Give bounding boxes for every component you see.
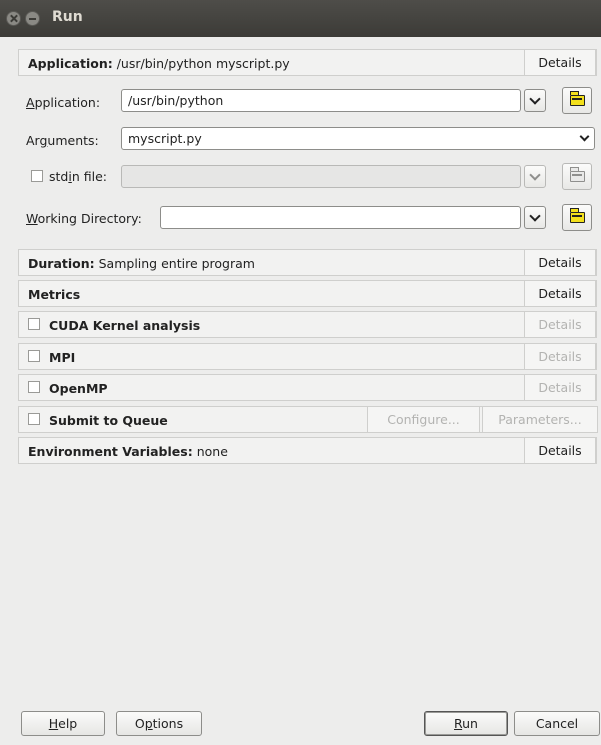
- stdin-label-post: n file:: [71, 169, 107, 184]
- cuda-summary: CUDA Kernel analysis: [49, 318, 200, 333]
- metrics-label: Metrics: [28, 287, 81, 302]
- environment-label: Environment Variables:: [28, 444, 193, 459]
- queue-configure-button[interactable]: Configure...: [367, 406, 480, 433]
- chevron-down-icon: [579, 131, 590, 142]
- application-details-button[interactable]: Details: [524, 49, 596, 76]
- application-browse-button[interactable]: [562, 87, 592, 114]
- application-summary: Application: /usr/bin/python myscript.py: [28, 56, 290, 71]
- application-section-header: Application: /usr/bin/python myscript.py…: [18, 49, 597, 76]
- working-directory-dropdown-button[interactable]: [524, 206, 546, 229]
- close-window-icon[interactable]: [6, 11, 21, 26]
- options-button[interactable]: Options: [116, 711, 202, 736]
- chevron-down-icon: [529, 169, 541, 181]
- chevron-down-icon: [529, 93, 541, 105]
- arguments-label-post: uments:: [47, 133, 99, 148]
- queue-section: Submit to Queue Configure... Parameters.…: [18, 406, 598, 433]
- help-label-post: elp: [58, 716, 78, 731]
- mpi-summary: MPI: [49, 350, 75, 365]
- workdir-field-label: Working Directory:: [26, 211, 142, 226]
- application-field-label: Application:: [26, 95, 100, 110]
- folder-open-icon: [569, 167, 585, 182]
- environment-value: none: [196, 444, 228, 459]
- stdin-field-label: stdin file:: [49, 169, 107, 184]
- duration-summary: Duration: Sampling entire program: [28, 256, 255, 271]
- stdin-dropdown-button[interactable]: [524, 165, 546, 188]
- duration-label: Duration:: [28, 256, 95, 271]
- metrics-section: Metrics Details: [18, 280, 597, 307]
- mpi-checkbox[interactable]: [28, 350, 40, 362]
- title-bar: Run: [0, 0, 601, 37]
- queue-checkbox[interactable]: [28, 413, 40, 425]
- openmp-details-button[interactable]: Details: [524, 374, 596, 401]
- environment-summary: Environment Variables: none: [28, 444, 228, 459]
- application-label-post: pplication:: [34, 95, 101, 110]
- run-panel: Application: /usr/bin/python myscript.py…: [18, 49, 601, 697]
- mpi-section: MPI Details: [18, 343, 597, 370]
- environment-details-button[interactable]: Details: [524, 437, 596, 464]
- environment-section: Environment Variables: none Details: [18, 437, 597, 464]
- queue-label: Submit to Queue: [49, 413, 168, 428]
- openmp-checkbox[interactable]: [28, 381, 40, 393]
- duration-details-button[interactable]: Details: [524, 249, 596, 276]
- queue-parameters-button[interactable]: Parameters...: [482, 406, 598, 433]
- workdir-label-post: orking Directory:: [37, 211, 142, 226]
- chevron-down-icon: [529, 210, 541, 222]
- working-directory-input[interactable]: [160, 206, 521, 229]
- application-header-label: Application:: [28, 56, 113, 71]
- cuda-checkbox[interactable]: [28, 318, 40, 330]
- folder-open-icon: [569, 91, 585, 106]
- options-label-mnemonic: p: [144, 716, 153, 731]
- stdin-input[interactable]: [121, 165, 521, 188]
- cuda-details-button[interactable]: Details: [524, 311, 596, 338]
- application-header-value: /usr/bin/python myscript.py: [116, 56, 290, 71]
- stdin-browse-button[interactable]: [562, 163, 592, 190]
- cuda-section: CUDA Kernel analysis Details: [18, 311, 597, 338]
- application-input[interactable]: /usr/bin/python: [121, 89, 521, 112]
- stdin-checkbox[interactable]: [31, 170, 43, 182]
- arguments-dropdown-icon[interactable]: [578, 131, 591, 145]
- cuda-label: CUDA Kernel analysis: [49, 318, 201, 333]
- openmp-label: OpenMP: [49, 381, 108, 396]
- duration-value: Sampling entire program: [98, 256, 255, 271]
- workdir-label-mnemonic: W: [26, 211, 38, 226]
- run-label-mnemonic: R: [454, 716, 463, 731]
- application-dropdown-button[interactable]: [524, 89, 546, 112]
- run-button[interactable]: Run: [424, 711, 508, 736]
- folder-open-icon: [569, 208, 585, 223]
- arguments-label-pre: Ar: [26, 133, 40, 148]
- queue-summary: Submit to Queue: [49, 413, 168, 428]
- openmp-summary: OpenMP: [49, 381, 108, 396]
- openmp-section: OpenMP Details: [18, 374, 597, 401]
- stdin-label-pre: std: [49, 169, 69, 184]
- working-directory-browse-button[interactable]: [562, 204, 592, 231]
- metrics-details-button[interactable]: Details: [524, 280, 596, 307]
- window-title: Run: [52, 9, 83, 25]
- mpi-label: MPI: [49, 350, 76, 365]
- run-label-post: un: [462, 716, 478, 731]
- arguments-field-label: Arguments:: [26, 133, 99, 148]
- cancel-button[interactable]: Cancel: [514, 711, 600, 736]
- options-label-post: tions: [152, 716, 184, 731]
- options-label-pre: O: [134, 716, 145, 731]
- duration-section: Duration: Sampling entire program Detail…: [18, 249, 597, 276]
- minimize-window-icon[interactable]: [25, 11, 40, 26]
- mpi-details-button[interactable]: Details: [524, 343, 596, 370]
- arguments-input-value: myscript.py: [128, 131, 202, 146]
- help-label-mnemonic: H: [48, 716, 59, 731]
- application-label-mnemonic: A: [26, 95, 35, 110]
- arguments-input[interactable]: myscript.py: [121, 127, 595, 150]
- metrics-summary: Metrics: [28, 287, 80, 302]
- application-input-value: /usr/bin/python: [128, 93, 224, 108]
- help-button[interactable]: Help: [21, 711, 105, 736]
